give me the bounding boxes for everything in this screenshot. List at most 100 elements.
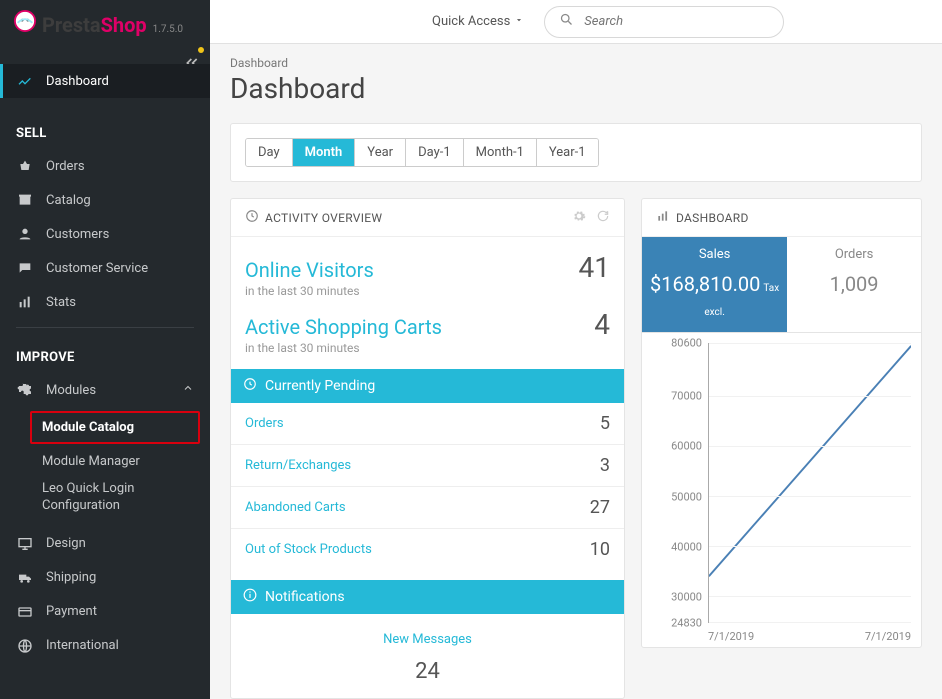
info-icon [243, 588, 257, 606]
search-box[interactable] [544, 6, 784, 38]
pending-row: Abandoned Carts 27 [231, 487, 624, 529]
card-title: DASHBOARD [676, 211, 749, 225]
card-icon [16, 604, 34, 620]
nav-module-manager[interactable]: Module Manager [0, 448, 210, 475]
topbar: Quick Access [210, 0, 942, 44]
y-tick: 60000 [671, 440, 702, 453]
pending-orders-val: 5 [600, 413, 610, 434]
divider [16, 327, 194, 328]
chat-icon [16, 260, 34, 276]
nav-dashboard[interactable]: Dashboard [0, 64, 210, 98]
pending-abandoned[interactable]: Abandoned Carts [245, 500, 346, 515]
nav-catalog[interactable]: Catalog [0, 183, 210, 217]
sales-chart: 80600700006000050000400003000024830 7/1/… [652, 343, 911, 643]
breadcrumb: Dashboard [230, 56, 922, 70]
search-input[interactable] [584, 14, 769, 29]
nav-international[interactable]: International [0, 629, 210, 663]
nav-leo-quick-login[interactable]: Leo Quick Login Configuration [0, 475, 210, 521]
tab-sales-value: $168,810.00Tax excl. [650, 272, 779, 320]
circle-arrow-icon [243, 377, 257, 395]
nav-label: Orders [46, 159, 85, 174]
tab-sales-label: Sales [650, 247, 779, 262]
y-tick: 80600 [671, 337, 702, 350]
nav-label: Catalog [46, 193, 91, 208]
period-year1[interactable]: Year-1 [537, 139, 598, 166]
page-header: Dashboard Dashboard [210, 44, 942, 123]
nav-label: Payment [46, 604, 97, 619]
page-title: Dashboard [230, 72, 922, 105]
brand-logo: PrestaShop 1.7.5.0 [10, 10, 183, 37]
puzzle-icon [16, 382, 34, 398]
active-carts-value: 4 [594, 308, 610, 341]
pending-orders[interactable]: Orders [245, 416, 284, 431]
stats-icon [16, 294, 34, 310]
y-tick: 40000 [671, 540, 702, 553]
tab-sales[interactable]: Sales $168,810.00Tax excl. [642, 237, 787, 332]
bar-chart-icon [656, 209, 670, 226]
nav-module-catalog[interactable]: Module Catalog [30, 411, 200, 444]
new-messages-link[interactable]: New Messages [383, 632, 472, 647]
active-carts-link[interactable]: Active Shopping Carts [245, 315, 442, 339]
x-tick-left: 7/1/2019 [708, 630, 754, 643]
card-title: ACTIVITY OVERVIEW [265, 211, 382, 225]
quick-access-label: Quick Access [432, 14, 510, 29]
nav-label: Stats [46, 295, 76, 310]
pending-returns-val: 3 [600, 455, 610, 476]
period-year[interactable]: Year [355, 139, 406, 166]
y-tick: 24830 [671, 617, 702, 630]
nav-customers[interactable]: Customers [0, 217, 210, 251]
nav-modules[interactable]: Modules [0, 373, 210, 407]
gear-icon[interactable] [572, 209, 586, 226]
store-icon [16, 192, 34, 208]
nav-label: International [46, 638, 119, 653]
pending-row: Return/Exchanges 3 [231, 445, 624, 487]
clock-icon [245, 209, 259, 226]
refresh-icon[interactable] [596, 209, 610, 226]
nav-label: Design [46, 536, 86, 551]
pending-returns[interactable]: Return/Exchanges [245, 458, 351, 473]
y-tick: 50000 [671, 490, 702, 503]
dashboard-chart-card: DASHBOARD Sales $168,810.00Tax excl. Ord… [641, 198, 922, 648]
monitor-icon [16, 536, 34, 552]
tab-orders[interactable]: Orders 1,009 [787, 237, 921, 332]
nav-shipping[interactable]: Shipping [0, 561, 210, 595]
online-visitors-link[interactable]: Online Visitors [245, 258, 374, 282]
nav-orders[interactable]: Orders [0, 149, 210, 183]
pending-oos-val: 10 [590, 539, 610, 560]
period-selector: Day Month Year Day-1 Month-1 Year-1 [230, 123, 922, 182]
search-icon [559, 12, 574, 31]
nav-label: Customer Service [46, 261, 148, 276]
activity-overview-card: ACTIVITY OVERVIEW Online Visitors 41 [230, 198, 625, 699]
nav-design[interactable]: Design [0, 527, 210, 561]
pending-abandoned-val: 27 [590, 497, 610, 518]
period-month1[interactable]: Month-1 [464, 139, 537, 166]
truck-icon [16, 570, 34, 586]
pending-list: Orders 5 Return/Exchanges 3 Abandoned Cart… [231, 403, 624, 570]
tab-orders-label: Orders [795, 247, 913, 262]
nav-customer-service[interactable]: Customer Service [0, 251, 210, 285]
new-messages-value: 24 [245, 659, 610, 684]
online-visitors-sub: in the last 30 minutes [245, 284, 610, 298]
y-tick: 70000 [671, 390, 702, 403]
period-day1[interactable]: Day-1 [406, 139, 464, 166]
user-icon [16, 226, 34, 242]
nav-stats[interactable]: Stats [0, 285, 210, 319]
basket-icon [16, 158, 34, 174]
tab-orders-value: 1,009 [795, 272, 913, 296]
notif-title: Notifications [265, 589, 345, 605]
section-sell: SELL [0, 112, 210, 149]
nav-label: Shipping [46, 570, 96, 585]
section-improve: IMPROVE [0, 336, 210, 373]
nav-payment[interactable]: Payment [0, 595, 210, 629]
period-day[interactable]: Day [246, 139, 293, 166]
nav-label: Customers [46, 227, 109, 242]
pending-row: Out of Stock Products 10 [231, 529, 624, 570]
y-tick: 30000 [671, 591, 702, 604]
nav-label: Modules [46, 383, 96, 398]
caret-down-icon [514, 14, 524, 29]
period-month[interactable]: Month [293, 139, 356, 166]
sidebar: Dashboard SELL Orders Catalog Customers … [0, 0, 210, 699]
quick-access-dropdown[interactable]: Quick Access [432, 14, 524, 29]
active-carts-sub: in the last 30 minutes [245, 341, 610, 355]
pending-oos[interactable]: Out of Stock Products [245, 542, 372, 557]
